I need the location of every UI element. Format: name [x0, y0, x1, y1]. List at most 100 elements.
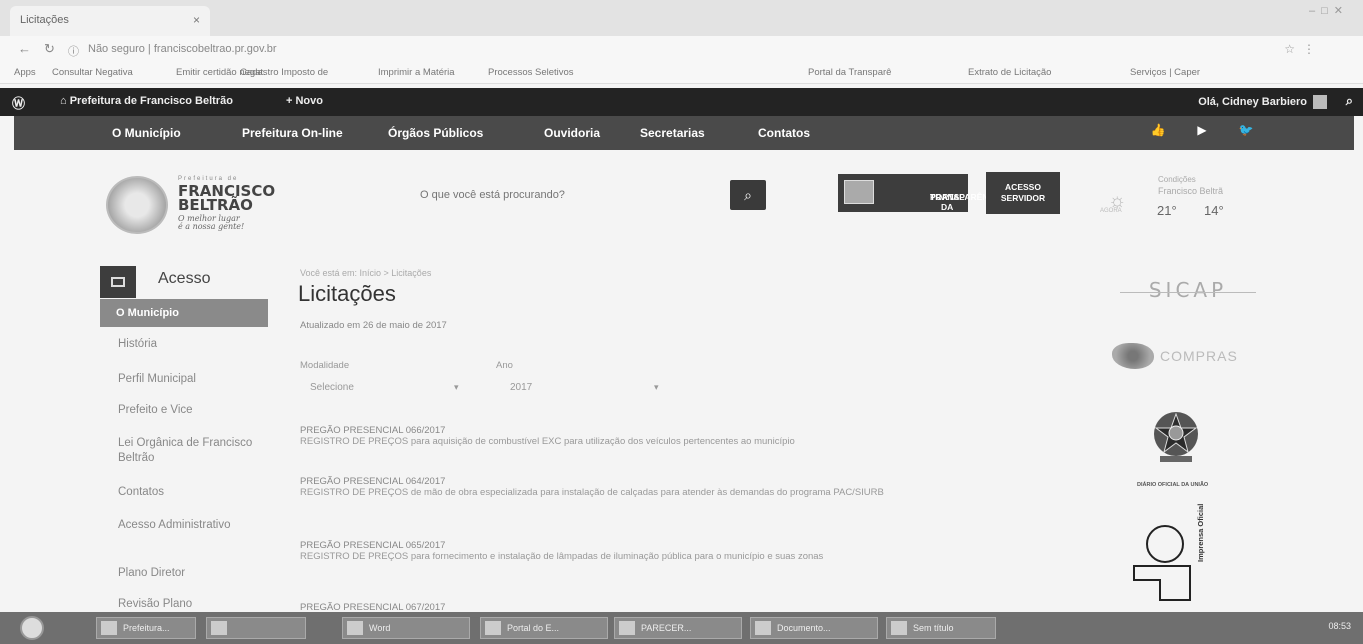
licitacao-item[interactable]: PREGÃO PRESENCIAL 064/2017 REGISTRO DE P…	[300, 476, 1070, 498]
back-icon[interactable]: ←	[18, 41, 31, 56]
taskbar-item[interactable]	[206, 617, 306, 639]
modalidade-label: Modalidade	[300, 360, 350, 371]
logo-city-name: FRANCISCO BELTRÃO	[178, 184, 275, 214]
logo-slogan: O melhor lugar é a nossa gente!	[178, 215, 244, 231]
licitacao-item[interactable]: PREGÃO PRESENCIAL 066/2017 REGISTRO DE P…	[300, 425, 1070, 447]
bookmark-item[interactable]: Extrato de Licitação	[968, 67, 1051, 78]
sidebar-item-prefeito[interactable]: Prefeito e Vice	[118, 403, 258, 418]
sidebar-item-lei-organica[interactable]: Lei Orgânica de Francisco Beltrão	[118, 436, 258, 466]
search-icon: ⌕	[744, 187, 752, 203]
ano-select[interactable]: 2017 ▾	[510, 382, 660, 398]
compras-label[interactable]: COMPRAS	[1160, 348, 1238, 364]
bookmark-star-icon[interactable]: ☆⋮	[1284, 42, 1323, 56]
chevron-down-icon: ▾	[454, 382, 459, 392]
main-nav: O Município Prefeitura On-line Órgãos Pú…	[14, 116, 1354, 150]
start-button[interactable]	[20, 616, 44, 640]
breadcrumb: Você está em: Início > Licitações	[300, 268, 432, 278]
nav-item-orgaos-publicos[interactable]: Órgãos Públicos	[388, 126, 483, 140]
search-button[interactable]: ⌕	[730, 180, 766, 210]
bookmark-item[interactable]: Imprimir a Matéria	[378, 67, 455, 78]
sidebar-item-plano-diretor[interactable]: Plano Diretor	[118, 566, 258, 581]
address-bar: ← ↻ ⓘ Não seguro | franciscobeltrao.pr.g…	[0, 36, 1363, 62]
taskbar-item[interactable]: Documento...	[750, 617, 878, 639]
sidebar-item-municipio[interactable]: O Município	[100, 299, 268, 327]
page-title: Licitações	[298, 281, 396, 306]
updated-date: Atualizado em 26 de maio de 2017	[300, 320, 447, 331]
site-name-link[interactable]: ⌂ Prefeitura de Francisco Beltrão	[60, 95, 233, 107]
licitacao-title: PREGÃO PRESENCIAL 064/2017	[300, 476, 446, 487]
weather-city: Francisco Beltrã	[1158, 186, 1224, 196]
info-icon[interactable]: ⓘ	[68, 43, 79, 59]
nav-item-secretarias[interactable]: Secretarias	[640, 126, 705, 140]
nav-item-contatos[interactable]: Contatos	[758, 126, 810, 140]
sidebar-item-revisao-plano[interactable]: Revisão Plano	[118, 597, 258, 612]
sidebar-item-perfil[interactable]: Perfil Municipal	[118, 372, 258, 387]
diario-oficial-label[interactable]: DIÁRIO OFICIAL DA UNIÃO	[1137, 482, 1208, 488]
portal-transparencia-button[interactable]: PORTAL DA TRANSPARÊNCIA	[838, 174, 1003, 212]
bookmark-item[interactable]: Cadastro Imposto de	[240, 67, 328, 78]
greeting-text: Olá, Cidney Barbiero	[1198, 95, 1307, 108]
city-crest-icon	[106, 176, 168, 234]
search-input[interactable]	[420, 180, 720, 210]
compras-icon[interactable]	[1112, 343, 1154, 369]
licitacao-item[interactable]: PREGÃO PRESENCIAL 065/2017 REGISTRO DE P…	[300, 540, 1070, 562]
taskbar-item[interactable]: Word	[342, 617, 470, 639]
taskbar-item[interactable]: Prefeitura...	[96, 617, 196, 639]
security-label: Não seguro	[88, 43, 145, 55]
like-icon[interactable]: 👍	[1138, 123, 1178, 143]
bookmarks-bar: Apps Consultar Negativa Emitir certidão …	[0, 62, 1363, 84]
licitacao-desc: REGISTRO DE PREÇOS de mão de obra especi…	[300, 487, 884, 498]
user-menu[interactable]: Olá, Cidney Barbiero	[1198, 95, 1327, 109]
bookmark-item[interactable]: Apps	[14, 67, 36, 78]
sicap-logo[interactable]: SICAP	[1120, 278, 1256, 302]
acesso-label-1: ACESSO	[1005, 182, 1041, 192]
avatar	[1313, 95, 1327, 109]
wordpress-icon[interactable]: Ⓦ	[12, 93, 25, 112]
licitacao-title: PREGÃO PRESENCIAL 065/2017	[300, 540, 446, 551]
nav-item-prefeitura-online[interactable]: Prefeitura On-line	[242, 126, 343, 140]
admin-bar: Ⓦ ⌂ Prefeitura de Francisco Beltrão + No…	[0, 88, 1363, 116]
logo-city-line-2: BELTRÃO	[178, 196, 253, 214]
chevron-down-icon: ▾	[654, 382, 659, 392]
sidebar-item-contatos[interactable]: Contatos	[118, 485, 258, 500]
sidebar-title: Acesso	[158, 270, 211, 287]
sidebar-item-historia[interactable]: História	[118, 337, 258, 352]
taskbar-item-label: Portal do E...	[507, 623, 560, 633]
licitacao-desc: REGISTRO DE PREÇOS para aquisição de com…	[300, 436, 795, 447]
sidebar-item-acesso-admin[interactable]: Acesso Administrativo	[118, 518, 258, 533]
ano-label: Ano	[496, 360, 513, 371]
browser-tab[interactable]: Licitações ×	[10, 6, 210, 36]
url-field[interactable]: Não seguro | franciscobeltrao.pr.gov.br	[88, 43, 277, 55]
bookmark-item[interactable]: Portal da Transparê	[808, 67, 891, 78]
temperature-min: 14°	[1204, 203, 1224, 218]
window-controls[interactable]: –□✕	[1309, 4, 1349, 17]
taskbar: Prefeitura... Word Portal do E... PARECE…	[0, 612, 1363, 644]
nav-item-municipio[interactable]: O Município	[112, 126, 181, 140]
bookmark-item[interactable]: Consultar Negativa	[52, 67, 133, 78]
taskbar-item-label: Sem título	[913, 623, 954, 633]
reload-icon[interactable]: ↻	[44, 41, 55, 57]
taskbar-item[interactable]: Sem título	[886, 617, 996, 639]
new-button[interactable]: + Novo	[286, 95, 323, 107]
search-icon[interactable]: ⌕	[1346, 93, 1353, 109]
site-logo[interactable]: Prefeitura de FRANCISCO BELTRÃO O melhor…	[98, 170, 288, 240]
bookmark-item[interactable]: Processos Seletivos	[488, 67, 574, 78]
nav-item-ouvidoria[interactable]: Ouvidoria	[544, 126, 600, 140]
taskbar-item[interactable]: Portal do E...	[480, 617, 608, 639]
close-icon[interactable]: ×	[193, 13, 200, 27]
taskbar-item[interactable]: PARECER...	[614, 617, 742, 639]
modalidade-select[interactable]: Selecione ▾	[310, 382, 460, 398]
system-clock[interactable]: 08:53	[1328, 621, 1351, 631]
youtube-icon[interactable]: ▶	[1182, 123, 1222, 143]
bookmark-item[interactable]: Serviços | Caper	[1130, 67, 1200, 78]
modalidade-value: Selecione	[310, 382, 354, 393]
taskbar-item-label: PARECER...	[641, 623, 692, 633]
logo-slogan-line-2: é a nossa gente!	[178, 222, 245, 231]
url-text: franciscobeltrao.pr.gov.br	[153, 43, 277, 55]
tab-title: Licitações	[20, 14, 69, 26]
menu-icon	[100, 266, 136, 298]
brasil-coat-of-arms-icon[interactable]	[1150, 408, 1202, 468]
browser-tab-bar: Licitações × –□✕	[0, 0, 1363, 36]
twitter-icon[interactable]: 🐦	[1226, 123, 1266, 143]
acesso-servidor-button[interactable]: ACESSO SERVIDOR	[986, 172, 1060, 214]
